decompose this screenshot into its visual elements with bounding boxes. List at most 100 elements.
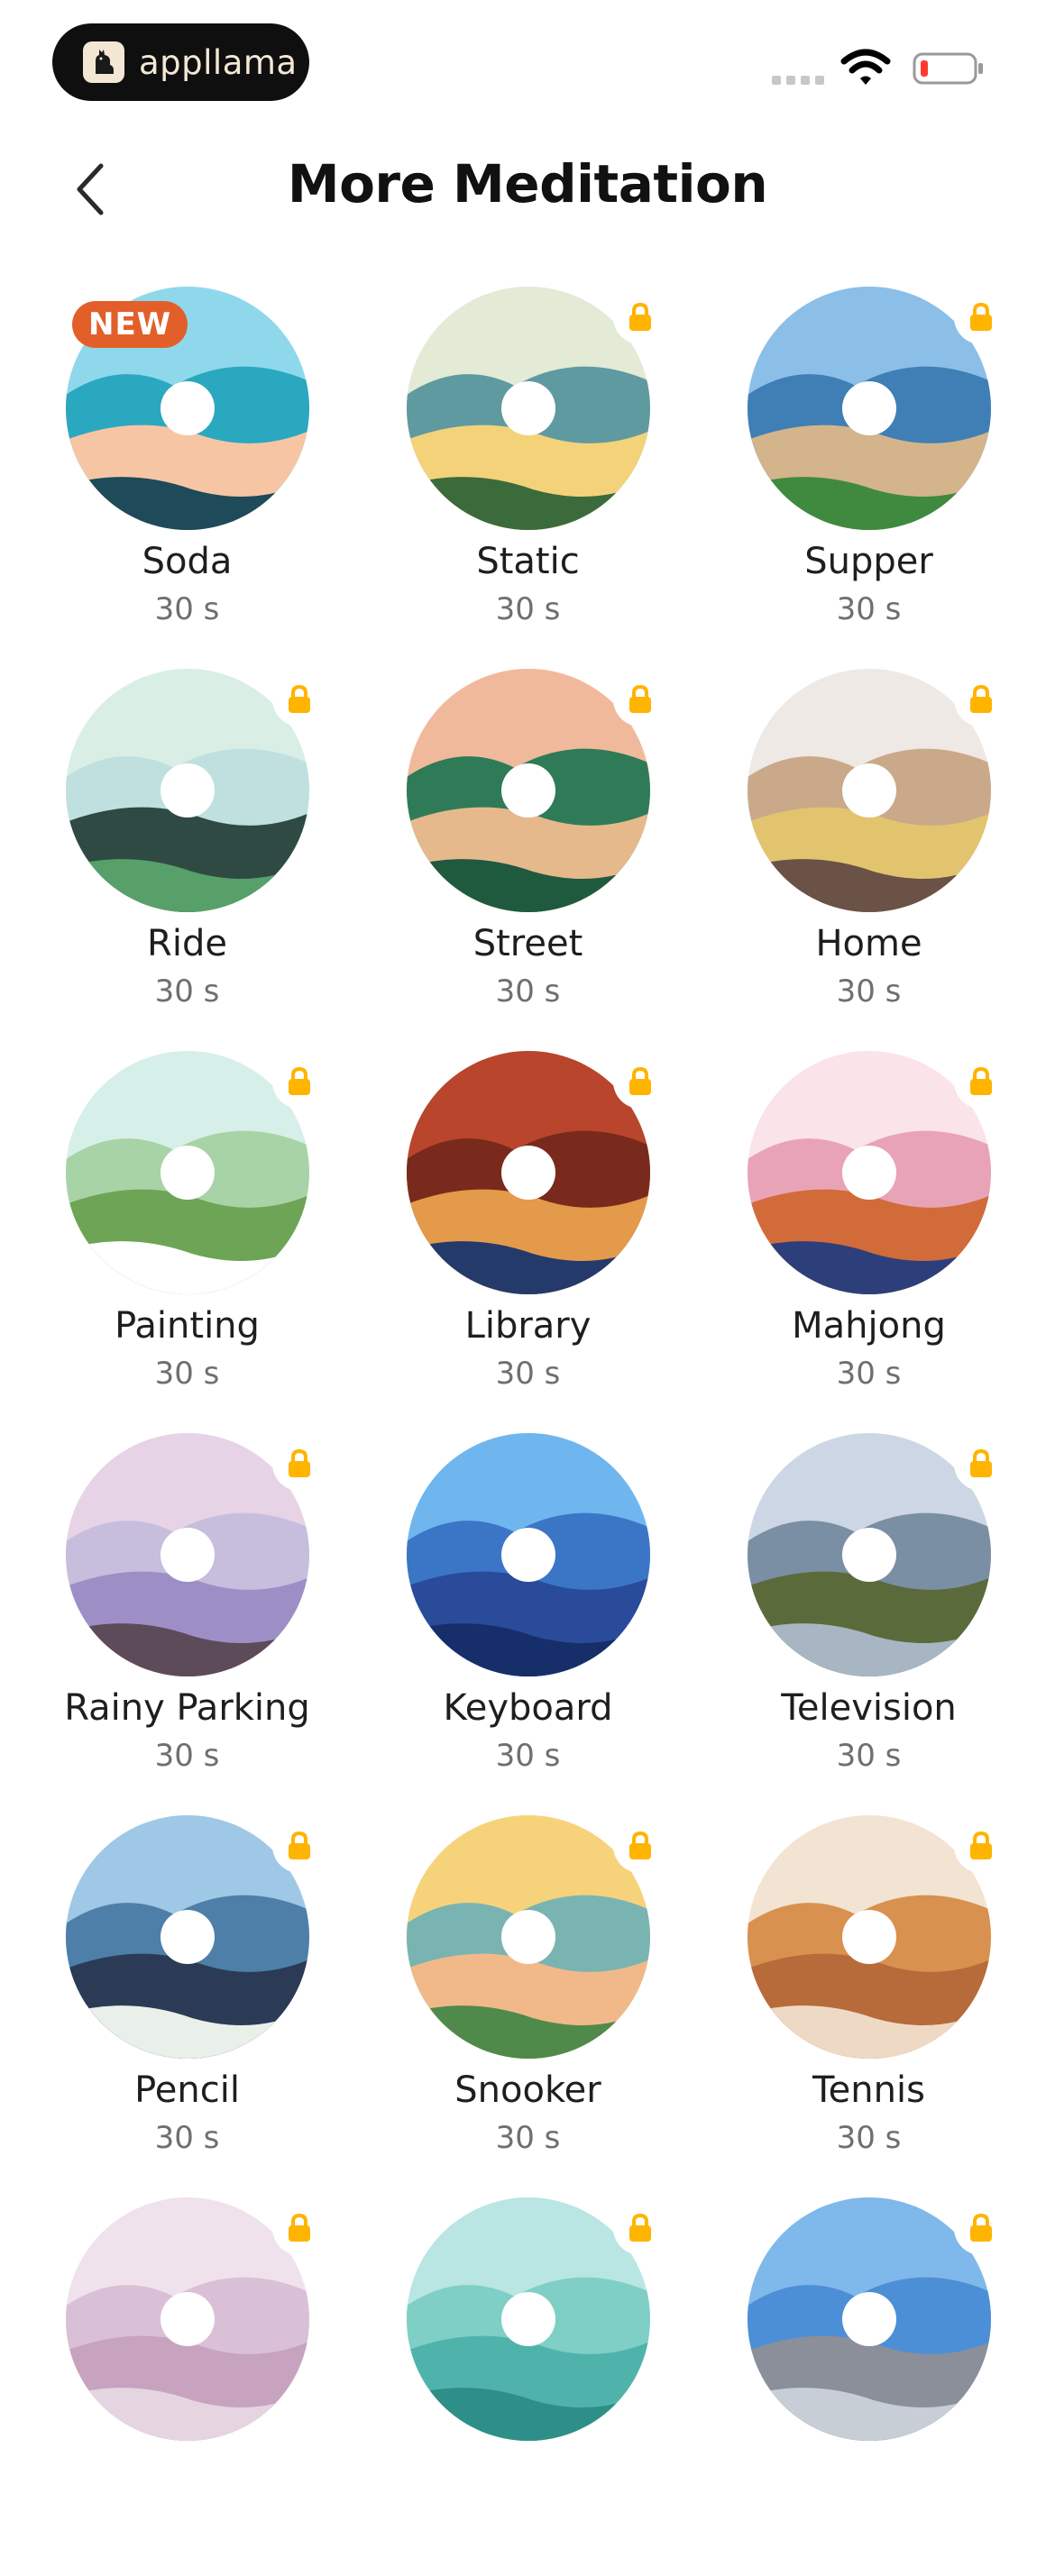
lock-icon bbox=[954, 2201, 1008, 2255]
meditation-item[interactable]: Painting 30 s bbox=[18, 1051, 356, 1430]
disc-center-hole bbox=[500, 381, 555, 435]
disc-center-hole bbox=[841, 2292, 896, 2346]
meditation-name: Soda bbox=[142, 541, 233, 582]
meditation-name: Rainy Parking bbox=[64, 1687, 310, 1729]
lock-icon bbox=[954, 1437, 1008, 1491]
meditation-item[interactable]: Pencil 30 s bbox=[18, 1815, 356, 2194]
meditation-name: Mahjong bbox=[792, 1305, 946, 1347]
disc-center-hole bbox=[500, 1146, 555, 1200]
lock-icon bbox=[272, 1055, 326, 1109]
meditation-duration: 30 s bbox=[495, 1738, 561, 1774]
meditation-item[interactable]: Ride 30 s bbox=[18, 669, 356, 1047]
meditation-duration: 30 s bbox=[836, 973, 902, 1009]
meditation-duration: 30 s bbox=[495, 2120, 561, 2156]
meditation-item[interactable]: Television 30 s bbox=[700, 1433, 1038, 1812]
meditation-item[interactable] bbox=[359, 2197, 697, 2576]
header: More Meditation bbox=[0, 135, 1055, 243]
meditation-duration: 30 s bbox=[836, 591, 902, 627]
disc-center-hole bbox=[500, 1910, 555, 1964]
disc-center-hole bbox=[160, 1528, 215, 1582]
lock-glyph bbox=[629, 2213, 651, 2242]
disc-center-hole bbox=[500, 2292, 555, 2346]
meditation-name: Home bbox=[815, 923, 922, 964]
lock-glyph bbox=[970, 1448, 992, 1477]
meditation-item[interactable]: Home 30 s bbox=[700, 669, 1038, 1047]
lock-glyph bbox=[289, 684, 310, 713]
lock-glyph bbox=[970, 684, 992, 713]
meditation-name: Television bbox=[781, 1687, 957, 1729]
battery-low-icon bbox=[913, 52, 983, 85]
disc-center-hole bbox=[841, 381, 896, 435]
lock-icon bbox=[272, 2201, 326, 2255]
meditation-item[interactable]: Rainy Parking 30 s bbox=[18, 1433, 356, 1812]
lock-icon bbox=[954, 1055, 1008, 1109]
disc-center-hole bbox=[841, 1528, 896, 1582]
meditation-duration: 30 s bbox=[836, 1738, 902, 1774]
lock-glyph bbox=[289, 1448, 310, 1477]
lock-glyph bbox=[289, 2213, 310, 2242]
meditation-name: Street bbox=[472, 923, 583, 964]
meditation-duration: 30 s bbox=[154, 1356, 220, 1392]
lock-glyph bbox=[289, 1066, 310, 1095]
disc-center-hole bbox=[500, 1528, 555, 1582]
lock-glyph bbox=[629, 302, 651, 331]
lock-glyph bbox=[970, 302, 992, 331]
lock-icon bbox=[613, 1819, 667, 1873]
meditation-item[interactable]: Street 30 s bbox=[359, 669, 697, 1047]
lock-icon bbox=[272, 672, 326, 726]
meditation-disc[interactable] bbox=[406, 1433, 650, 1676]
disc-center-hole bbox=[160, 2292, 215, 2346]
meditation-name: Static bbox=[476, 541, 580, 582]
lock-icon bbox=[272, 1437, 326, 1491]
meditation-item[interactable]: NEW Soda 30 s bbox=[18, 287, 356, 665]
status-bar: appllama bbox=[0, 0, 1055, 117]
lock-icon bbox=[954, 672, 1008, 726]
meditation-item[interactable]: Snooker 30 s bbox=[359, 1815, 697, 2194]
lock-icon bbox=[954, 290, 1008, 344]
meditation-name: Snooker bbox=[454, 2069, 601, 2111]
meditation-name: Supper bbox=[804, 541, 933, 582]
meditation-name: Painting bbox=[115, 1305, 260, 1347]
lock-icon bbox=[272, 1819, 326, 1873]
meditation-item[interactable]: Static 30 s bbox=[359, 287, 697, 665]
disc-center-hole bbox=[841, 763, 896, 818]
meditation-duration: 30 s bbox=[154, 1738, 220, 1774]
meditation-item[interactable]: Mahjong 30 s bbox=[700, 1051, 1038, 1430]
disc-center-hole bbox=[160, 763, 215, 818]
meditation-name: Pencil bbox=[134, 2069, 240, 2111]
lock-glyph bbox=[970, 2213, 992, 2242]
lock-icon bbox=[954, 1819, 1008, 1873]
meditation-name: Keyboard bbox=[443, 1687, 613, 1729]
disc-center-hole bbox=[841, 1146, 896, 1200]
meditation-item[interactable] bbox=[18, 2197, 356, 2576]
lock-icon bbox=[613, 2201, 667, 2255]
meditation-item[interactable]: Library 30 s bbox=[359, 1051, 697, 1430]
lock-icon bbox=[613, 1055, 667, 1109]
meditation-name: Ride bbox=[147, 923, 227, 964]
brand-pill: appllama bbox=[52, 23, 309, 101]
disc-center-hole bbox=[160, 381, 215, 435]
meditation-duration: 30 s bbox=[836, 1356, 902, 1392]
meditation-duration: 30 s bbox=[836, 2120, 902, 2156]
page-title: More Meditation bbox=[287, 153, 768, 215]
new-badge: NEW bbox=[72, 301, 188, 348]
llama-logo-icon bbox=[83, 41, 124, 83]
meditation-duration: 30 s bbox=[495, 591, 561, 627]
meditation-duration: 30 s bbox=[154, 2120, 220, 2156]
lock-icon bbox=[613, 672, 667, 726]
meditation-item[interactable]: Keyboard 30 s bbox=[359, 1433, 697, 1812]
lock-glyph bbox=[289, 1831, 310, 1859]
lock-glyph bbox=[629, 1066, 651, 1095]
meditation-name: Library bbox=[464, 1305, 592, 1347]
lock-glyph bbox=[629, 684, 651, 713]
meditation-duration: 30 s bbox=[495, 973, 561, 1009]
meditation-item[interactable] bbox=[700, 2197, 1038, 2576]
lock-glyph bbox=[970, 1831, 992, 1859]
meditation-duration: 30 s bbox=[495, 1356, 561, 1392]
meditation-item[interactable]: Supper 30 s bbox=[700, 287, 1038, 665]
meditation-item[interactable]: Tennis 30 s bbox=[700, 1815, 1038, 2194]
lock-icon bbox=[613, 290, 667, 344]
disc-center-hole bbox=[160, 1146, 215, 1200]
meditation-name: Tennis bbox=[812, 2069, 925, 2111]
disc-center-hole bbox=[160, 1910, 215, 1964]
